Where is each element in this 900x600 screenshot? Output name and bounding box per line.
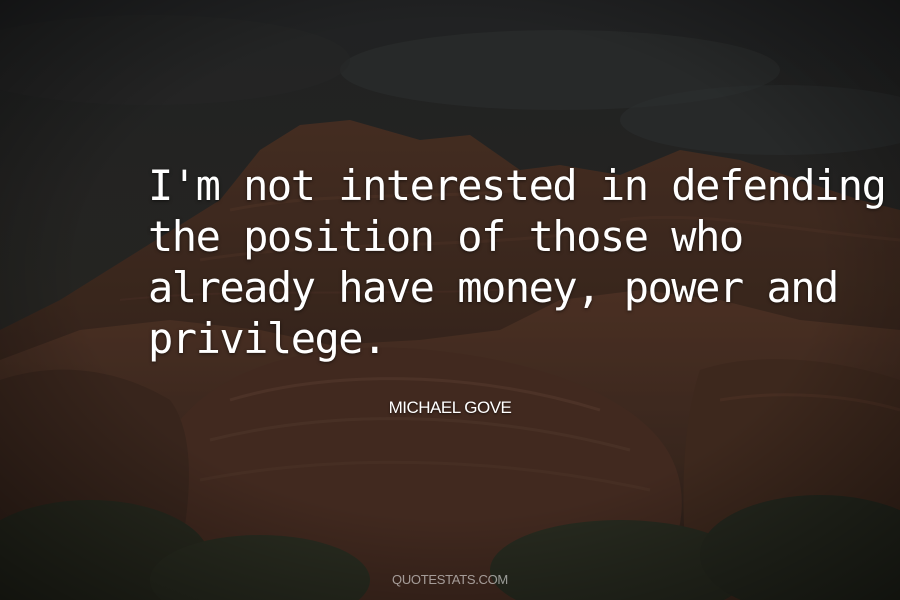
- quote-text: I'm not interested in defending the posi…: [148, 160, 887, 364]
- quote-image: I'm not interested in defending the posi…: [0, 0, 900, 600]
- quote-author: MICHAEL GOVE: [388, 398, 512, 417]
- quote-line: the position of those who: [148, 212, 744, 261]
- quote-line: I'm not interested in defending: [148, 161, 887, 210]
- site-watermark: QUOTESTATS.COM: [392, 572, 508, 587]
- quote-line: privilege.: [148, 314, 387, 363]
- quote-line: already have money, power and: [148, 263, 839, 312]
